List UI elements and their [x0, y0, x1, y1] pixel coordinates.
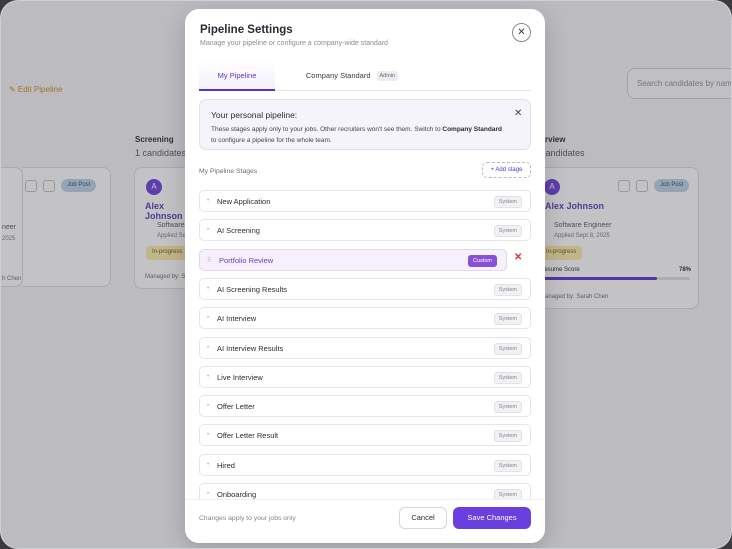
stage-row[interactable]: • Live Interview System — [199, 365, 531, 388]
info-title: Your personal pipeline: — [211, 110, 298, 120]
stage-type-badge: System — [493, 225, 522, 238]
admin-badge: Admin — [376, 71, 399, 81]
delete-stage-icon[interactable]: ✕ — [514, 252, 522, 263]
stage-type-badge: System — [493, 371, 522, 384]
tab-label: Company Standard — [305, 71, 371, 80]
drag-handle-icon[interactable]: • — [207, 462, 209, 468]
drag-handle-icon[interactable]: • — [207, 374, 209, 380]
drag-handle-icon[interactable]: • — [207, 491, 209, 497]
tab-my-pipeline[interactable]: My Pipeline — [199, 60, 275, 91]
stage-type-badge: System — [493, 430, 522, 443]
personal-pipeline-info: Your personal pipeline: These stages app… — [199, 99, 531, 150]
stage-type-badge: System — [493, 459, 522, 472]
app-window: ✎ Edit Pipeline Search candidates by nam… — [0, 0, 732, 549]
pipeline-tabs: My Pipeline Company Standard Admin — [199, 60, 531, 91]
info-text: These stages apply only to your jobs. Ot… — [211, 125, 507, 146]
modal-subtitle: Manage your pipeline or configure a comp… — [200, 40, 388, 47]
tab-label: My Pipeline — [217, 71, 257, 80]
stage-type-badge: System — [493, 342, 522, 355]
stage-row[interactable]: • AI Interview System — [199, 307, 531, 330]
stage-row[interactable]: • Hired System — [199, 453, 531, 476]
stage-row[interactable]: • AI Interview Results System — [199, 336, 531, 359]
footer-note: Changes apply to your jobs only — [199, 515, 296, 522]
save-changes-button[interactable]: Save Changes — [453, 507, 531, 529]
stage-label: AI Interview — [217, 314, 257, 324]
drag-handle-icon[interactable]: • — [207, 315, 209, 321]
drag-handle-icon[interactable]: • — [207, 286, 209, 292]
modal-title: Pipeline Settings — [200, 24, 293, 36]
stage-label: AI Interview Results — [217, 343, 284, 353]
stage-row[interactable]: ⠿ Portfolio Review Custom — [199, 248, 507, 271]
info-text-part: These stages apply only to your jobs. Ot… — [211, 126, 443, 133]
stage-label: Offer Letter — [217, 402, 255, 412]
company-standard-link[interactable]: Company Standard — [442, 126, 502, 133]
stage-label: AI Screening Results — [217, 284, 288, 294]
stage-label: AI Screening — [217, 226, 260, 236]
stage-label: Hired — [217, 460, 235, 470]
add-stage-button[interactable]: + Add stage — [482, 162, 531, 178]
stage-row[interactable]: • New Application System — [199, 190, 531, 212]
stage-row[interactable]: • Offer Letter System — [199, 395, 531, 418]
stage-row[interactable]: • AI Screening System — [199, 219, 531, 242]
stage-label: Live Interview — [217, 372, 263, 382]
stage-label: Onboarding — [217, 490, 257, 499]
stage-type-badge: System — [493, 283, 522, 296]
pipeline-settings-modal: Pipeline Settings Manage your pipeline o… — [185, 9, 545, 543]
stage-type-badge: System — [493, 401, 522, 414]
drag-handle-icon[interactable]: • — [207, 227, 209, 233]
dismiss-info-icon[interactable]: ✕ — [514, 108, 522, 119]
drag-handle-icon[interactable]: ⠿ — [207, 257, 211, 264]
modal-footer: Changes apply to your jobs only Cancel S… — [185, 499, 545, 543]
stage-row[interactable]: • Offer Letter Result System — [199, 424, 531, 447]
drag-handle-icon[interactable]: • — [207, 432, 209, 438]
stage-type-badge: Custom — [468, 254, 497, 267]
stage-type-badge: System — [493, 196, 522, 208]
drag-handle-icon[interactable]: • — [207, 345, 209, 351]
info-text-part: to configure a pipeline for the whole te… — [211, 136, 332, 144]
stage-row[interactable]: • AI Screening Results System — [199, 277, 531, 300]
stages-section-label: My Pipeline Stages — [199, 168, 258, 175]
stage-type-badge: System — [493, 313, 522, 326]
cancel-button[interactable]: Cancel — [399, 507, 447, 529]
stage-label: Offer Letter Result — [217, 431, 279, 441]
stage-label: Portfolio Review — [219, 255, 274, 265]
drag-handle-icon[interactable]: • — [207, 403, 209, 409]
close-icon[interactable]: ✕ — [512, 23, 531, 42]
drag-handle-icon[interactable]: • — [207, 198, 209, 204]
stage-label: New Application — [217, 197, 271, 206]
tab-company-standard[interactable]: Company Standard Admin — [292, 60, 412, 91]
